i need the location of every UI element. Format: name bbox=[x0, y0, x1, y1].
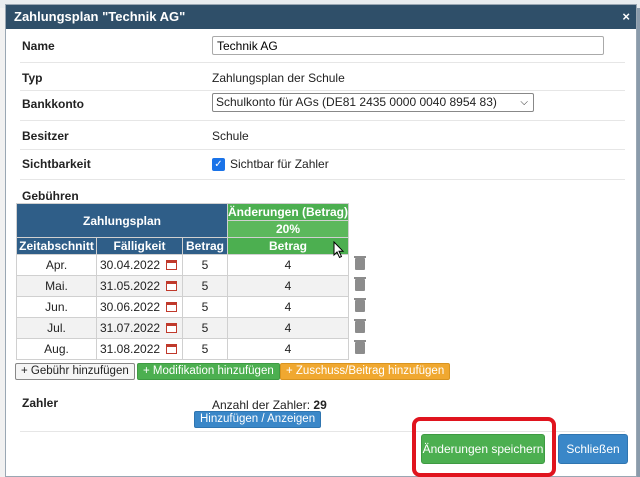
dialog-titlebar: Zahlungsplan "Technik AG" × bbox=[6, 5, 636, 29]
change-percent: 20% bbox=[227, 220, 349, 238]
add-show-payers-button[interactable]: Hinzufügen / Anzeigen bbox=[194, 411, 322, 428]
row-change-amount[interactable]: 4 bbox=[227, 317, 349, 339]
zahler-label: Zahler bbox=[22, 396, 59, 410]
sichtbarkeit-row: Sichtbarkeit ✓ Sichtbar für Zahler bbox=[20, 150, 625, 180]
fees-group-header-change: Änderungen (Betrag) bbox=[227, 203, 349, 221]
add-modification-button[interactable]: + Modifikation hinzufügen bbox=[137, 363, 280, 380]
close-icon[interactable]: × bbox=[622, 5, 630, 29]
typ-label: Typ bbox=[22, 71, 43, 85]
row-due-date: 30.04.2022 bbox=[100, 258, 161, 272]
row-change-amount[interactable]: 4 bbox=[227, 296, 349, 318]
trash-icon[interactable] bbox=[353, 276, 366, 291]
table-row: Aug. 31.08.2022 5 4 bbox=[16, 338, 371, 360]
row-amount[interactable]: 5 bbox=[182, 296, 228, 318]
row-due-date: 30.06.2022 bbox=[100, 300, 161, 314]
row-amount[interactable]: 5 bbox=[182, 338, 228, 360]
col-header-due: Fälligkeit bbox=[96, 237, 183, 255]
fees-group-header-plan: Zahlungsplan bbox=[16, 203, 228, 238]
row-amount[interactable]: 5 bbox=[182, 317, 228, 339]
calendar-icon[interactable] bbox=[166, 344, 178, 354]
trash-icon[interactable] bbox=[353, 297, 366, 312]
name-input[interactable] bbox=[212, 36, 604, 55]
visibility-checkbox-label[interactable]: Sichtbar für Zahler bbox=[230, 157, 329, 171]
typ-row: Typ Zahlungsplan der Schule bbox=[20, 63, 625, 91]
add-fee-button[interactable]: + Gebühr hinzufügen bbox=[15, 363, 135, 380]
payer-count-value: 29 bbox=[313, 398, 327, 412]
fees-table: Zahlungsplan Änderungen (Betrag) 20% Zei… bbox=[16, 203, 371, 360]
payment-plan-dialog: Zahlungsplan "Technik AG" × Name Typ Zah… bbox=[5, 4, 637, 477]
calendar-icon[interactable] bbox=[166, 281, 178, 291]
table-row: Jul. 31.07.2022 5 4 bbox=[16, 317, 371, 339]
bankkonto-selected-value: Schulkonto für AGs (DE81 2435 0000 0040 … bbox=[216, 95, 497, 109]
bankkonto-select[interactable]: Schulkonto für AGs (DE81 2435 0000 0040 … bbox=[212, 93, 534, 112]
sichtbarkeit-label: Sichtbarkeit bbox=[22, 157, 91, 171]
trash-icon[interactable] bbox=[353, 318, 366, 333]
row-due-date: 31.08.2022 bbox=[100, 342, 161, 356]
table-row: Mai. 31.05.2022 5 4 bbox=[16, 275, 371, 297]
dialog-title: Zahlungsplan "Technik AG" bbox=[14, 9, 186, 24]
calendar-icon[interactable] bbox=[166, 260, 178, 270]
mouse-cursor-icon bbox=[333, 241, 345, 259]
col-header-amount: Betrag bbox=[182, 237, 228, 255]
trash-icon[interactable] bbox=[353, 255, 366, 270]
calendar-icon[interactable] bbox=[166, 323, 178, 333]
name-row: Name bbox=[20, 33, 625, 63]
visibility-checkbox[interactable]: ✓ bbox=[212, 158, 225, 171]
row-due: 31.05.2022 bbox=[96, 275, 183, 297]
name-label: Name bbox=[22, 39, 55, 53]
close-button[interactable]: Schließen bbox=[558, 434, 628, 464]
row-change-amount[interactable]: 4 bbox=[227, 254, 349, 276]
chevron-down-icon: ⌵ bbox=[520, 97, 528, 108]
row-period: Apr. bbox=[16, 254, 97, 276]
row-delete bbox=[349, 276, 371, 297]
row-delete bbox=[349, 339, 371, 360]
row-delete bbox=[349, 318, 371, 339]
col-header-period: Zeitabschnitt bbox=[16, 237, 97, 255]
col-header-change-amount: Betrag bbox=[227, 237, 349, 255]
row-change-amount[interactable]: 4 bbox=[227, 275, 349, 297]
row-delete bbox=[349, 297, 371, 318]
trash-icon[interactable] bbox=[353, 339, 366, 354]
besitzer-value: Schule bbox=[212, 129, 249, 143]
row-due: 30.06.2022 bbox=[96, 296, 183, 318]
table-row: Apr. 30.04.2022 5 4 bbox=[16, 254, 371, 276]
row-amount[interactable]: 5 bbox=[182, 275, 228, 297]
payer-count-text: Anzahl der Zahler: 29 bbox=[212, 398, 327, 412]
row-period: Aug. bbox=[16, 338, 97, 360]
row-due: 30.04.2022 bbox=[96, 254, 183, 276]
row-period: Jun. bbox=[16, 296, 97, 318]
typ-value: Zahlungsplan der Schule bbox=[212, 71, 345, 85]
besitzer-label: Besitzer bbox=[22, 129, 69, 143]
row-due-date: 31.05.2022 bbox=[100, 279, 161, 293]
row-change-amount[interactable]: 4 bbox=[227, 338, 349, 360]
row-period: Mai. bbox=[16, 275, 97, 297]
row-delete bbox=[349, 255, 371, 276]
bankkonto-label: Bankkonto bbox=[22, 97, 85, 111]
gebuehren-label: Gebühren bbox=[22, 189, 79, 203]
besitzer-row: Besitzer Schule bbox=[20, 121, 625, 150]
row-due-date: 31.07.2022 bbox=[100, 321, 161, 335]
save-button-highlight bbox=[412, 417, 556, 477]
row-period: Jul. bbox=[16, 317, 97, 339]
add-surcharge-button[interactable]: + Zuschuss/Beitrag hinzufügen bbox=[280, 363, 451, 380]
payer-count-label: Anzahl der Zahler: bbox=[212, 398, 311, 412]
table-row: Jun. 30.06.2022 5 4 bbox=[16, 296, 371, 318]
row-due: 31.08.2022 bbox=[96, 338, 183, 360]
row-due: 31.07.2022 bbox=[96, 317, 183, 339]
bankkonto-row: Bankkonto Schulkonto für AGs (DE81 2435 … bbox=[20, 91, 625, 121]
row-amount[interactable]: 5 bbox=[182, 254, 228, 276]
calendar-icon[interactable] bbox=[166, 302, 178, 312]
